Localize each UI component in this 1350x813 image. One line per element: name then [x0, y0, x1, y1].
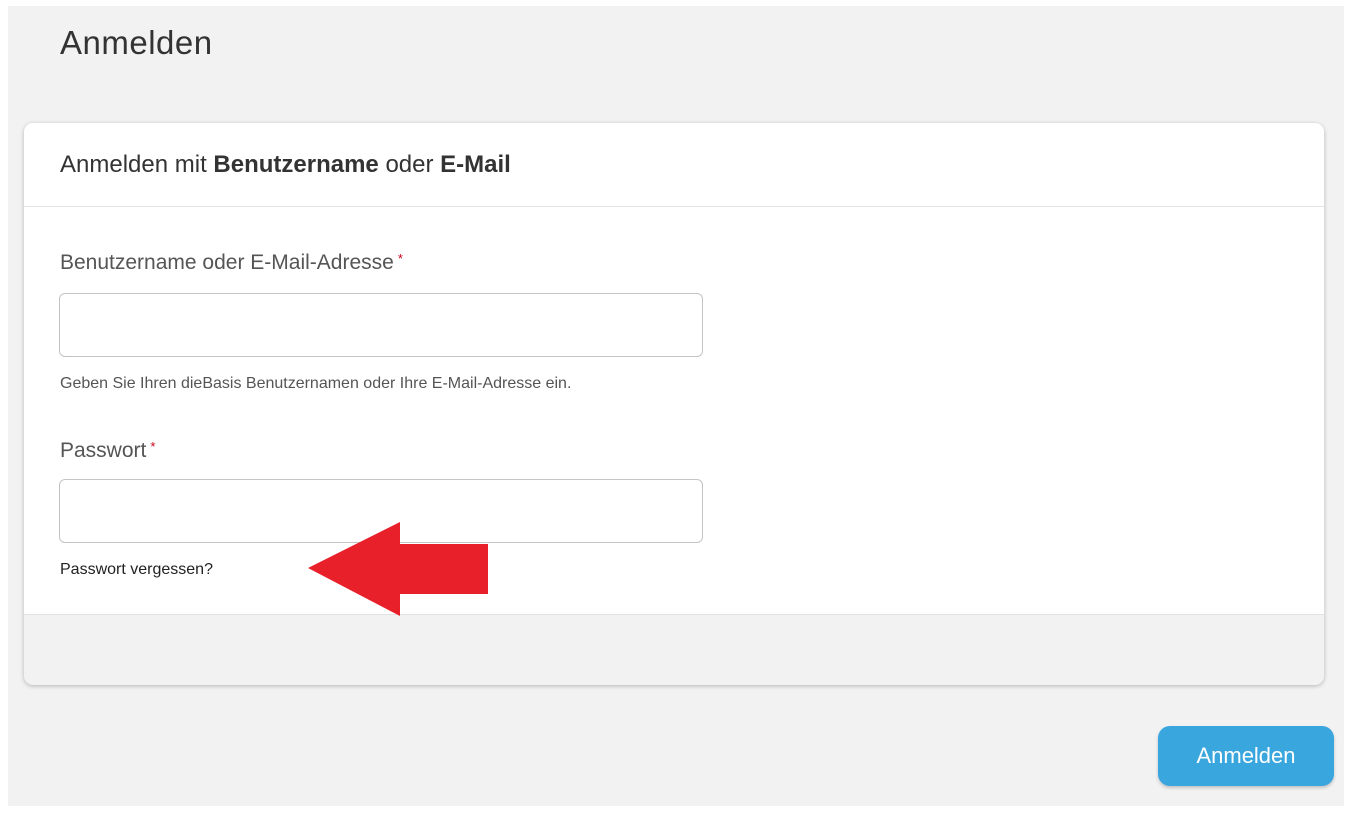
- card-heading-middle: oder: [378, 151, 441, 178]
- required-asterisk: *: [397, 251, 403, 266]
- card-heading-username: Benutzername: [213, 151, 379, 178]
- password-label: Passwort *: [60, 439, 155, 463]
- card-heading-email: E-Mail: [440, 151, 511, 178]
- card-heading: Anmelden mit Benutzername oder E-Mail: [60, 151, 511, 179]
- password-label-text: Passwort: [60, 439, 147, 462]
- username-label-text: Benutzername oder E-Mail-Adresse: [60, 251, 394, 274]
- red-arrow-shape: [308, 522, 488, 616]
- card-body: Benutzername oder E-Mail-Adresse * Geben …: [24, 207, 1324, 615]
- page-background: Anmelden Anmelden mit Benutzername oder …: [8, 6, 1344, 806]
- forgot-password-link[interactable]: Passwort vergessen?: [60, 561, 213, 579]
- username-label: Benutzername oder E-Mail-Adresse *: [60, 251, 403, 275]
- username-input[interactable]: [59, 293, 703, 357]
- login-card: Anmelden mit Benutzername oder E-Mail Be…: [24, 123, 1324, 685]
- card-header: Anmelden mit Benutzername oder E-Mail: [24, 123, 1324, 207]
- required-asterisk: *: [150, 439, 156, 454]
- page-title: Anmelden: [60, 24, 213, 61]
- card-heading-prefix: Anmelden mit: [60, 151, 214, 178]
- username-help-text: Geben Sie Ihren dieBasis Benutzernamen o…: [60, 375, 572, 392]
- login-button[interactable]: Anmelden: [1158, 726, 1334, 786]
- red-arrow-icon: [308, 522, 488, 616]
